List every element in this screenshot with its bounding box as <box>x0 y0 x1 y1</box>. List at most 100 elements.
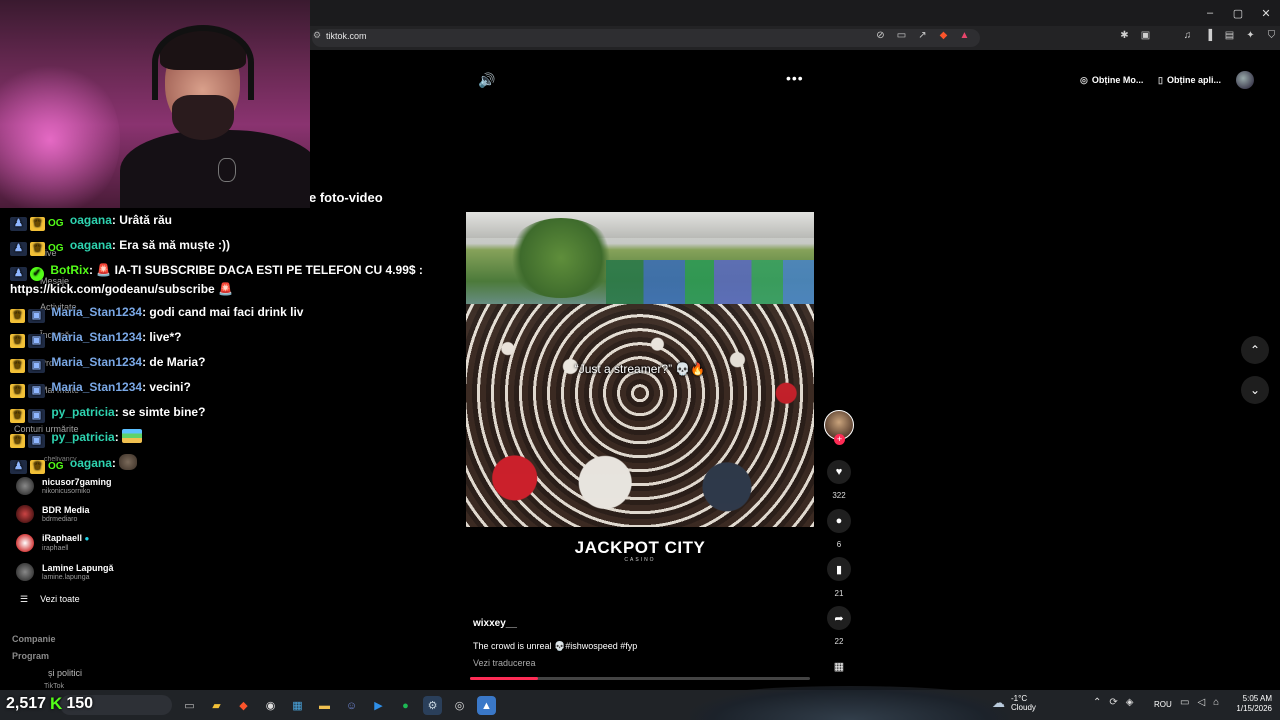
chevron-up-icon[interactable]: ⌃ <box>1093 697 1101 708</box>
chat-username[interactable]: oagana <box>70 213 112 227</box>
footer-program[interactable]: Program <box>12 651 49 661</box>
display-icon[interactable]: ▭ <box>1180 697 1189 708</box>
comment-icon: ● <box>835 515 843 527</box>
next-video-button[interactable]: ⌄ <box>1241 376 1269 404</box>
save-button[interactable]: ▮ <box>827 557 851 581</box>
share-count: 22 <box>834 637 844 646</box>
see-translation-link[interactable]: Vezi traducerea <box>473 658 536 668</box>
cast-icon[interactable]: ▭ <box>895 30 908 41</box>
share-button[interactable]: ➦ <box>827 606 851 630</box>
following-item[interactable]: iRaphaell ● iraphaell <box>16 533 89 553</box>
comment-button[interactable]: ● <box>827 509 851 533</box>
video-progress-bar[interactable] <box>470 677 810 680</box>
following-item[interactable]: Lamine Lapungă lamine.lapunga <box>16 562 114 582</box>
chat-message: ♛ ▣ py_patricia: se simte bine? <box>10 404 470 423</box>
brave-browser-icon[interactable]: ◆ <box>234 696 253 715</box>
get-mode-button[interactable]: ◎ Obține Mo... <box>1074 69 1149 91</box>
brave-shield-icon[interactable]: ◆ <box>937 30 950 41</box>
profile-avatar[interactable] <box>1236 71 1254 89</box>
chevron-up-icon: ⌃ <box>1249 343 1261 357</box>
like-button[interactable]: ♥ <box>827 460 851 484</box>
chat-text: godi cand mai faci drink liv <box>149 305 304 319</box>
discord-icon[interactable]: ☺ <box>342 696 361 715</box>
close-window-button[interactable]: ✕ <box>1252 0 1280 26</box>
steam-icon[interactable]: ⚙ <box>423 696 442 715</box>
video-author[interactable]: wixxey__ <box>473 618 517 629</box>
leo-ai-icon[interactable]: ✦ <box>1244 30 1257 41</box>
site-settings-icon[interactable]: ⚙ <box>313 30 321 41</box>
following-name: Lamine Lapungă <box>42 562 114 573</box>
file-explorer-icon[interactable]: ▰ <box>207 696 226 715</box>
video-progress-fill <box>470 677 538 680</box>
page-title-partial: e foto-video <box>309 190 383 205</box>
minimize-button[interactable]: – <box>1196 0 1224 26</box>
chat-message: ♛ ▣ Maria_Stan1234: de Maria? <box>10 354 470 373</box>
see-all-button[interactable]: ☰ Vezi toate <box>20 594 80 605</box>
bookmark-icon: ▮ <box>835 563 843 576</box>
verified-icon: ● <box>84 534 90 543</box>
volume-icon[interactable]: 🔊 <box>478 72 495 89</box>
extensions-icon[interactable]: ✱ <box>1118 30 1131 41</box>
following-item[interactable]: BDR Media bdrmediaro <box>16 504 90 524</box>
chat-username[interactable]: Maria_Stan1234 <box>51 380 142 394</box>
share-arrow-icon: ➦ <box>834 612 844 625</box>
app-icon[interactable]: ◎ <box>450 696 469 715</box>
share-icon[interactable]: ↗ <box>916 30 929 41</box>
crown-badge-icon: ♛ <box>10 334 25 348</box>
task-view-icon[interactable]: ▭ <box>180 696 199 715</box>
mute-tab-icon[interactable]: ⊘ <box>874 30 887 41</box>
url-text[interactable]: tiktok.com <box>326 31 367 41</box>
get-app-button[interactable]: ▯ Obține apli... <box>1152 69 1227 91</box>
obs-icon[interactable]: ◉ <box>261 696 280 715</box>
chat-username[interactable]: oagana <box>70 238 112 252</box>
screenshot-icon[interactable]: ▣ <box>1139 30 1152 41</box>
chat-username[interactable]: oagana <box>70 456 112 470</box>
rewards-icon[interactable]: ▲ <box>958 30 971 41</box>
photos-icon[interactable]: ▲ <box>477 696 496 715</box>
footer-company[interactable]: Companie <box>12 634 56 644</box>
store-icon[interactable]: ▦ <box>288 696 307 715</box>
sound-disc-button[interactable]: ▦ <box>827 654 851 678</box>
network-icon[interactable]: ⌂ <box>1213 697 1219 708</box>
video-player[interactable]: “Just a streamer?” 💀🔥 <box>466 212 814 527</box>
sub-badge-icon: ▣ <box>28 384 45 398</box>
chat-username[interactable]: Maria_Stan1234 <box>51 355 142 369</box>
weather-temp: -1°C <box>1011 694 1028 703</box>
chat-message: ♛ ▣ Maria_Stan1234: godi cand mai faci dr… <box>10 304 470 323</box>
more-options-icon[interactable]: ••• <box>786 70 804 86</box>
chat-username[interactable]: py_patricia <box>51 430 114 444</box>
get-mode-label: Obține Mo... <box>1091 75 1144 85</box>
like-count: 322 <box>832 491 846 500</box>
sub-badge-icon: ▣ <box>28 309 45 323</box>
spotify-icon[interactable]: ● <box>396 696 415 715</box>
sidebar-icon[interactable]: ▐ <box>1202 30 1215 41</box>
chat-username[interactable]: Maria_Stan1234 <box>51 330 142 344</box>
following-handle: nikonicusorniko <box>42 487 91 495</box>
sub-badge-icon: ▣ <box>28 409 45 423</box>
chat-message: ♛ ▣ Maria_Stan1234: vecini? <box>10 379 470 398</box>
chat-username[interactable]: Maria_Stan1234 <box>51 305 142 319</box>
previous-video-button[interactable]: ⌃ <box>1241 336 1269 364</box>
sub-badge-icon: ♟ <box>10 267 27 281</box>
media-player-icon[interactable]: ▶ <box>369 696 388 715</box>
taskbar-clock[interactable]: 5:05 AM 1/15/2026 <box>1228 694 1272 714</box>
coin-icon: ◎ <box>1080 74 1088 85</box>
wallet-icon[interactable]: ▤ <box>1223 30 1236 41</box>
language-indicator[interactable]: ROU <box>1154 700 1172 709</box>
window-controls: – ▢ ✕ <box>1196 0 1280 26</box>
follow-plus-icon[interactable]: + <box>834 434 845 445</box>
chat-username[interactable]: py_patricia <box>51 405 114 419</box>
app-tray-icon[interactable]: ◈ <box>1126 697 1134 708</box>
vpn-icon[interactable]: ⛉ <box>1265 30 1278 41</box>
og-badge: OG <box>48 218 64 229</box>
chat-username[interactable]: BotRix <box>50 263 89 277</box>
weather-widget[interactable]: ☁ -1°C Cloudy <box>992 694 1036 712</box>
music-icon[interactable]: ♫ <box>1181 30 1194 41</box>
maximize-button[interactable]: ▢ <box>1224 0 1252 26</box>
phone-icon: ▯ <box>1158 74 1163 85</box>
folder-icon[interactable]: ▬ <box>315 696 334 715</box>
sync-icon[interactable]: ⟳ <box>1109 697 1117 708</box>
footer-policies[interactable]: și politici <box>48 668 82 678</box>
chat-text: Urâtă rău <box>119 213 172 227</box>
speaker-icon[interactable]: ◁ <box>1197 697 1205 708</box>
